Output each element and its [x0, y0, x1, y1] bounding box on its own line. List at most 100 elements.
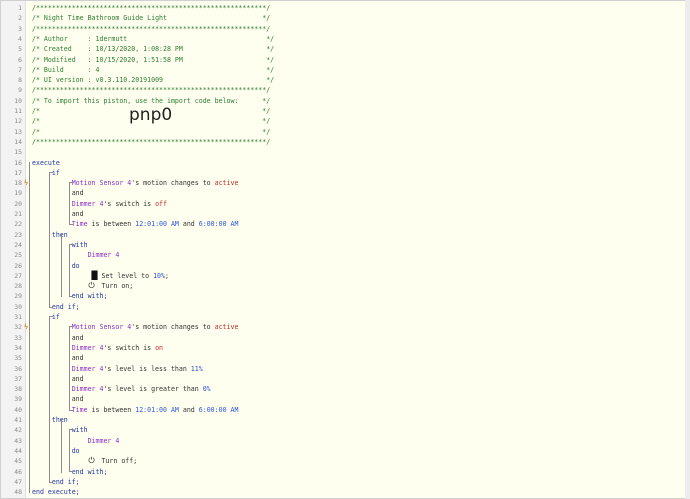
with-device-line: Dimmer 4	[88, 250, 120, 260]
device-name[interactable]: Dimmer 4	[72, 385, 104, 393]
comment-text: /* Created : 10/13/2020, 1:08:28 PM */	[32, 45, 275, 54]
device-name[interactable]: Dimmer 4	[72, 200, 104, 208]
and-operator[interactable]: and	[72, 354, 84, 362]
condition-text: and	[178, 405, 199, 414]
line-number: 3	[18, 24, 22, 33]
end-if-keyword[interactable]: end if;	[52, 478, 80, 486]
execute-line: execute	[32, 158, 60, 168]
condition-value[interactable]: 11%	[191, 365, 203, 373]
line-number: 40	[14, 405, 22, 414]
line-number: 42	[14, 426, 22, 435]
line-number: 10	[14, 96, 22, 105]
comment-text: /***************************************…	[32, 137, 271, 146]
time-subject[interactable]: Time	[72, 406, 88, 414]
end-if-keyword[interactable]: end if;	[52, 303, 80, 311]
and-operator[interactable]: and	[72, 395, 84, 403]
device-name[interactable]: Dimmer 4	[72, 344, 104, 352]
piston-code-editor: 1 2 3 4 5 6 7 8 9 10 11 12 13 14 15 16 17 18 19 20 21 22 23 24 2…	[0, 0, 686, 499]
comment-text: /* Author : 1dermutt */	[32, 34, 275, 43]
line-number: 43	[14, 436, 22, 445]
line-number: 7	[18, 65, 22, 74]
comment-line: /* */	[32, 127, 270, 137]
line-number: 28	[14, 282, 22, 291]
if-block-bracket	[48, 171, 53, 308]
execute-keyword[interactable]: execute	[32, 159, 60, 167]
line-number: 12	[14, 117, 22, 126]
line-number: 9	[18, 86, 22, 95]
condition-text: 's level is less than	[103, 364, 191, 373]
do-line: do	[72, 446, 80, 456]
device-name[interactable]: Dimmer 4	[88, 251, 120, 259]
operator-line: and	[72, 353, 84, 363]
line-number: 27	[14, 271, 22, 280]
do-keyword[interactable]: do	[72, 262, 80, 270]
if-keyword[interactable]: if	[52, 169, 60, 177]
line-number: 5	[18, 45, 22, 54]
comment-line: /* Modified : 10/15/2020, 1:51:58 PM */	[32, 55, 274, 65]
condition-line: Motion Sensor 4's motion changes to acti…	[72, 322, 239, 332]
condition-value[interactable]: active	[215, 323, 239, 331]
task-text: ;	[165, 271, 169, 280]
and-operator[interactable]: and	[72, 210, 84, 218]
task-text[interactable]: Turn off;	[101, 457, 137, 465]
with-block-bracket	[68, 243, 73, 298]
operator-line: and	[72, 209, 84, 219]
time-value[interactable]: 12:01:00 AM	[135, 220, 179, 228]
power-icon: ⏻	[88, 456, 95, 466]
device-name[interactable]: Dimmer 4	[72, 365, 104, 373]
end-if-line: end if;	[52, 477, 80, 487]
condition-line: Dimmer 4's switch is off	[72, 199, 167, 209]
with-keyword[interactable]: with	[72, 426, 88, 434]
line-number: 24	[14, 240, 22, 249]
if-keyword[interactable]: if	[52, 313, 60, 321]
condition-value[interactable]: on	[155, 344, 163, 352]
line-number: 34	[14, 343, 22, 352]
condition-value[interactable]: off	[155, 200, 167, 208]
time-value[interactable]: 6:00:00 AM	[199, 220, 239, 228]
line-number: 37	[14, 374, 22, 383]
comment-line: /***************************************…	[32, 85, 270, 95]
task-line: Set level to 10%;	[101, 271, 169, 281]
end-execute-keyword[interactable]: end execute;	[32, 488, 80, 496]
execute-bracket	[29, 161, 30, 494]
power-icon: ⏻	[88, 281, 95, 291]
do-line: do	[72, 261, 80, 271]
task-text[interactable]: Set level to	[101, 272, 153, 280]
comment-text: /* Night Time Bathroom Guide Light */	[32, 14, 271, 23]
do-keyword[interactable]: do	[72, 447, 80, 455]
and-operator[interactable]: and	[72, 334, 84, 342]
comment-text: /* */	[32, 127, 271, 136]
time-value[interactable]: 6:00:00 AM	[199, 406, 239, 414]
device-name[interactable]: Motion Sensor 4	[72, 323, 132, 331]
line-number: 13	[14, 127, 22, 136]
time-value[interactable]: 12:01:00 AM	[135, 406, 179, 414]
line-number: 48	[14, 488, 22, 497]
comment-text: /* UI version : v0.3.110.20191009 */	[32, 76, 275, 85]
time-subject[interactable]: Time	[72, 220, 88, 228]
line-number: 11	[14, 107, 22, 115]
with-block-bracket	[68, 429, 73, 473]
with-keyword[interactable]: with	[72, 241, 88, 249]
comment-text: /***************************************…	[32, 4, 271, 12]
line-number: 21	[14, 210, 22, 218]
end-with-keyword[interactable]: end with;	[72, 292, 108, 300]
device-name[interactable]: Dimmer 4	[88, 437, 120, 445]
then-bracket	[60, 419, 62, 473]
task-value[interactable]: 10%	[153, 272, 165, 280]
condition-value[interactable]: 0%	[203, 385, 211, 393]
and-operator[interactable]: and	[72, 375, 84, 383]
device-name[interactable]: Motion Sensor 4	[72, 179, 132, 187]
if-block-bracket	[48, 316, 53, 483]
lightning-bolt-icon: ϟ	[24, 323, 29, 332]
end-with-line: end with;	[72, 467, 108, 477]
line-number: 25	[14, 251, 22, 260]
if-line: if	[52, 312, 60, 322]
task-text[interactable]: Turn on;	[101, 282, 133, 290]
with-line: with	[72, 240, 88, 250]
condition-value[interactable]: active	[215, 179, 239, 187]
end-execute-line: end execute;	[32, 487, 80, 497]
and-operator[interactable]: and	[72, 189, 84, 197]
vertical-scrollbar[interactable]	[685, 0, 690, 499]
condition-text: 's motion changes to	[131, 179, 215, 188]
end-with-keyword[interactable]: end with;	[72, 468, 108, 476]
